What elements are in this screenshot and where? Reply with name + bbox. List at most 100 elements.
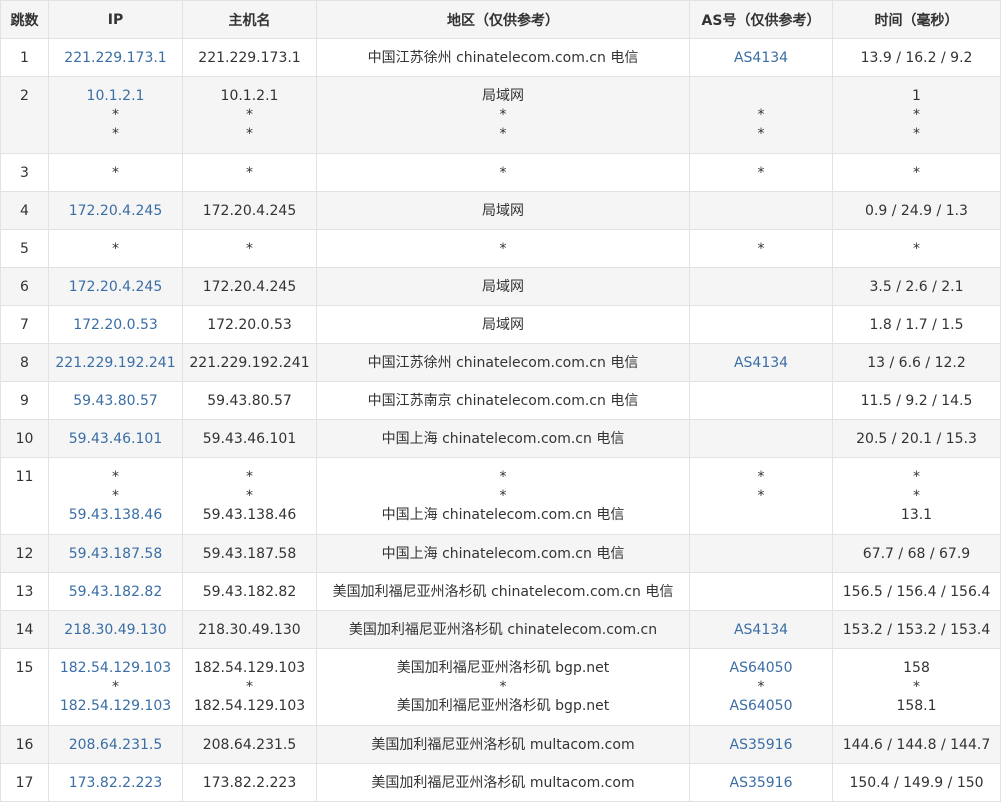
ip-link[interactable]: 59.43.138.46 — [49, 506, 182, 525]
region-text: 中国江苏南京 chinatelecom.com.cn 电信 — [367, 393, 639, 409]
timeout-marker: * — [112, 469, 119, 485]
time-cell: 153.2 / 153.2 / 153.4 — [832, 610, 1001, 649]
asn-link[interactable]: AS64050 — [690, 659, 832, 678]
table-row: 12 59.43.187.58 59.43.187.58 中国上海 chinatele… — [0, 534, 1001, 573]
timeout-marker: * — [757, 165, 765, 181]
asn-link[interactable]: AS35916 — [690, 774, 832, 793]
hop-cell: 10 — [0, 419, 49, 458]
hostname-text: 59.43.182.82 — [202, 584, 297, 600]
hop-cell: 6 — [0, 267, 49, 306]
region-text: 局域网 — [482, 317, 524, 333]
region-text: 中国江苏徐州 chinatelecom.com.cn 电信 — [367, 355, 639, 371]
region-text: 美国加利福尼亚州洛杉矶 multacom.com — [371, 775, 635, 791]
ip-link[interactable]: 172.20.4.245 — [49, 278, 182, 297]
asn-cell: * — [689, 229, 833, 268]
table-row: 2 10.1.2.1 * * 10.1.2.1 * * 局域网 * * * * 1 * * — [0, 76, 1001, 154]
hostname-cell: 10.1.2.1 * * — [182, 76, 317, 154]
time-cell: 144.6 / 144.8 / 144.7 — [832, 725, 1001, 764]
hostname-cell: 172.20.0.53 — [182, 305, 317, 344]
ip-link[interactable]: 218.30.49.130 — [49, 621, 182, 640]
hostname-text: 172.20.4.245 — [202, 279, 297, 295]
timeout-marker: * — [246, 488, 253, 504]
ip-link[interactable]: 59.43.182.82 — [49, 583, 182, 602]
ip-link[interactable]: 59.43.80.57 — [49, 392, 182, 411]
timeout-marker: * — [913, 126, 920, 142]
region-cell: 中国江苏南京 chinatelecom.com.cn 电信 — [316, 381, 690, 420]
asn-cell: AS35916 — [689, 725, 833, 764]
ip-cell: 172.20.4.245 — [48, 267, 183, 306]
hop-cell: 15 — [0, 648, 49, 726]
header-asn: AS号（仅供参考） — [689, 0, 833, 39]
ip-link[interactable]: 172.20.4.245 — [49, 202, 182, 221]
empty-line — [690, 392, 832, 411]
timeout-marker: * — [913, 165, 920, 181]
time-cell: * — [832, 153, 1001, 192]
ip-link[interactable]: 59.43.187.58 — [49, 545, 182, 564]
time-cell: * — [832, 229, 1001, 268]
region-cell: 中国江苏徐州 chinatelecom.com.cn 电信 — [316, 38, 690, 77]
time-text: 1.8 / 1.7 / 1.5 — [869, 317, 964, 333]
empty-line — [690, 316, 832, 335]
ip-link[interactable]: 182.54.129.103 — [49, 659, 182, 678]
timeout-marker: * — [246, 469, 253, 485]
hostname-cell: 172.20.4.245 — [182, 267, 317, 306]
empty-line — [690, 506, 832, 525]
ip-cell: 182.54.129.103 * 182.54.129.103 — [48, 648, 183, 726]
ip-link[interactable]: 221.229.192.241 — [49, 354, 182, 373]
ip-link[interactable]: 172.20.0.53 — [49, 316, 182, 335]
timeout-marker: * — [499, 126, 507, 142]
hop-number: 5 — [20, 241, 29, 257]
table-header: 跳数 IP 主机名 地区（仅供参考） AS号（仅供参考） 时间（毫秒） — [0, 0, 1001, 39]
region-cell: 局域网 * * — [316, 76, 690, 154]
ip-cell: 172.20.0.53 — [48, 305, 183, 344]
ip-link[interactable]: 221.229.173.1 — [49, 49, 182, 68]
asn-cell: * * — [689, 457, 833, 535]
timeout-marker: * — [112, 165, 119, 181]
header-row: 跳数 IP 主机名 地区（仅供参考） AS号（仅供参考） 时间（毫秒） — [0, 0, 1001, 39]
hostname-cell: 221.229.173.1 — [182, 38, 317, 77]
asn-link[interactable]: AS35916 — [690, 736, 832, 755]
ip-cell: * — [48, 229, 183, 268]
region-text: 局域网 — [482, 279, 524, 295]
timeout-marker: * — [112, 488, 119, 504]
region-text: 局域网 — [482, 88, 524, 104]
empty-line — [690, 583, 832, 602]
timeout-marker: * — [112, 126, 119, 142]
table-row: 10 59.43.46.101 59.43.46.101 中国上海 chinatele… — [0, 419, 1001, 458]
hostname-text: 182.54.129.103 — [193, 660, 306, 676]
asn-link[interactable]: AS64050 — [690, 697, 832, 716]
hop-cell: 2 — [0, 76, 49, 154]
ip-link[interactable]: 173.82.2.223 — [49, 774, 182, 793]
hostname-cell: * — [182, 229, 317, 268]
asn-cell: * — [689, 153, 833, 192]
ip-link[interactable]: 208.64.231.5 — [49, 736, 182, 755]
asn-link[interactable]: AS4134 — [690, 49, 832, 68]
asn-cell: AS4134 — [689, 343, 833, 382]
ip-cell: 10.1.2.1 * * — [48, 76, 183, 154]
hostname-cell: 221.229.192.241 — [182, 343, 317, 382]
empty-line — [690, 278, 832, 297]
timeout-marker: * — [112, 241, 119, 257]
ip-link[interactable]: 10.1.2.1 — [49, 87, 182, 106]
timeout-marker: * — [757, 488, 765, 504]
asn-cell — [689, 267, 833, 306]
ip-cell: * — [48, 153, 183, 192]
hop-cell: 17 — [0, 763, 49, 802]
hostname-cell: * — [182, 153, 317, 192]
asn-link[interactable]: AS4134 — [690, 354, 832, 373]
time-text: 67.7 / 68 / 67.9 — [862, 546, 971, 562]
timeout-marker: * — [757, 107, 765, 123]
ip-link[interactable]: 182.54.129.103 — [49, 697, 182, 716]
time-text: 144.6 / 144.8 / 144.7 — [842, 737, 991, 753]
table-row: 8 221.229.192.241 221.229.192.241 中国江苏徐州 ch… — [0, 343, 1001, 382]
hostname-text: 221.229.192.241 — [189, 355, 310, 371]
hop-cell: 5 — [0, 229, 49, 268]
empty-line — [690, 202, 832, 221]
hostname-cell: 172.20.4.245 — [182, 191, 317, 230]
asn-cell: AS35916 — [689, 763, 833, 802]
hostname-text: 208.64.231.5 — [202, 737, 297, 753]
hop-number: 8 — [20, 355, 29, 371]
asn-link[interactable]: AS4134 — [690, 621, 832, 640]
hop-number: 6 — [20, 279, 29, 295]
ip-link[interactable]: 59.43.46.101 — [49, 430, 182, 449]
